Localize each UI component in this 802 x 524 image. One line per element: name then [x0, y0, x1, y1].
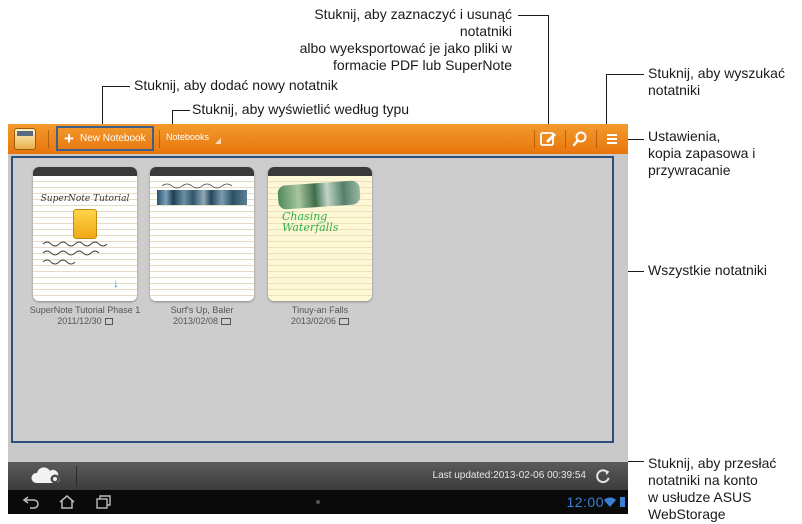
- cloud-settings-button[interactable]: [12, 465, 72, 487]
- search-icon[interactable]: [570, 129, 590, 149]
- home-icon[interactable]: [58, 494, 76, 510]
- system-nav-bar: 12:00: [8, 490, 628, 514]
- callout-line: notatniki: [648, 82, 701, 98]
- notebook-card[interactable]: SuperNote Tutorial ↓: [33, 167, 137, 301]
- notebook-binding: [268, 167, 372, 176]
- notebook-binding: [150, 167, 254, 176]
- callout-line: notatniki na konto: [648, 472, 758, 488]
- notebook-binding: [33, 167, 137, 176]
- divider: [596, 130, 597, 148]
- notebook-date-row: 2013/02/06: [245, 316, 395, 327]
- refresh-icon[interactable]: [594, 467, 612, 485]
- edit-select-icon[interactable]: [538, 129, 558, 149]
- new-notebook-button[interactable]: + New Notebook: [56, 126, 154, 151]
- callout-line: w usłudze ASUS: [648, 489, 752, 505]
- notebook-date: 2013/02/06: [290, 316, 337, 326]
- plus-icon: +: [64, 128, 74, 148]
- divider: [565, 130, 566, 148]
- callout-add-notebook: Stuknij, aby dodać nowy notatnik: [134, 77, 338, 93]
- leader-line: [548, 15, 549, 130]
- handwriting-scribble-icon: [42, 241, 108, 265]
- notebook-cover-image: [73, 209, 97, 239]
- divider: [76, 466, 77, 486]
- notebook-cover-title: SuperNote Tutorial: [40, 194, 130, 204]
- leader-line: [626, 139, 644, 140]
- notebook-caption: Tinuy-an Falls 2013/02/06: [245, 305, 395, 327]
- callout-line: Ustawienia,: [648, 128, 721, 144]
- notebook-date: 2011/12/30: [57, 316, 102, 326]
- callout-upload: Stuknij, aby przesłać notatniki na konto…: [648, 455, 776, 523]
- notebook-name: Tinuy-an Falls: [291, 305, 349, 315]
- callout-line: przywracanie: [648, 162, 731, 178]
- bottom-bar: Last updated:2013-02-06 00:39:54: [8, 462, 628, 490]
- status-clock: 12:00: [566, 494, 604, 510]
- notebook-cover-title: Chasing Waterfalls: [282, 210, 339, 234]
- divider: [534, 130, 535, 148]
- page-type-icon: [339, 318, 350, 325]
- menu-icon[interactable]: [602, 129, 622, 149]
- notebook-date: 2013/02/08: [172, 316, 219, 326]
- callout-line: Stuknij, aby zaznaczyć i usunąć notatnik…: [314, 6, 512, 39]
- supernote-screen: + New Notebook Notebooks SuperNote Tutor…: [8, 124, 628, 514]
- page-type-icon: [104, 318, 113, 325]
- page-type-icon: [221, 318, 232, 325]
- notebook-card[interactable]: [150, 167, 254, 301]
- new-notebook-label: New Notebook: [80, 133, 146, 144]
- leader-line: [102, 86, 130, 87]
- notebook-grid: SuperNote Tutorial ↓ SuperNote Tutorial …: [11, 156, 614, 443]
- handwriting-scribble-icon: [161, 183, 233, 189]
- back-icon[interactable]: [22, 494, 40, 510]
- notebook-type-dropdown[interactable]: Notebooks: [166, 132, 222, 144]
- notebook-card[interactable]: Chasing Waterfalls: [268, 167, 372, 301]
- leader-line: [172, 110, 190, 111]
- callout-all-notebooks: Wszystkie notatniki: [648, 262, 768, 278]
- top-toolbar: + New Notebook Notebooks: [8, 124, 628, 154]
- nav-dot: [316, 500, 320, 504]
- callout-line: formacie PDF lub SuperNote: [333, 57, 512, 73]
- callout-line: Stuknij, aby wyszukać: [648, 65, 785, 81]
- battery-icon: [620, 497, 625, 507]
- leader-line: [518, 15, 549, 16]
- notebook-type-label: Notebooks: [166, 132, 210, 142]
- callout-search: Stuknij, aby wyszukać notatniki: [648, 65, 785, 99]
- arrow-down-icon: ↓: [113, 276, 119, 290]
- callout-view-by-type: Stuknij, aby wyświetlić według typu: [192, 101, 410, 117]
- callout-line: kopia zapasowa i: [648, 145, 756, 161]
- cloud-settings-icon: [31, 467, 60, 484]
- app-logo-icon: [14, 128, 36, 150]
- wifi-icon: [604, 497, 616, 507]
- leader-line: [606, 74, 644, 75]
- callout-settings: Ustawienia, kopia zapasowa i przywracani…: [648, 128, 755, 179]
- divider: [48, 130, 49, 148]
- callout-line: Stuknij, aby przesłać: [648, 455, 777, 471]
- dropdown-arrow-icon: [215, 138, 222, 144]
- callout-line: WebStorage: [648, 506, 726, 522]
- last-updated-text: Last updated:2013-02-06 00:39:54: [432, 470, 586, 481]
- divider: [159, 130, 160, 148]
- notebook-cover-image: [157, 190, 247, 205]
- recent-apps-icon[interactable]: [94, 494, 112, 510]
- callout-line: albo wyeksportować je jako pliki w: [299, 40, 512, 56]
- callout-select-delete-export: Stuknij, aby zaznaczyć i usunąć notatnik…: [272, 6, 512, 74]
